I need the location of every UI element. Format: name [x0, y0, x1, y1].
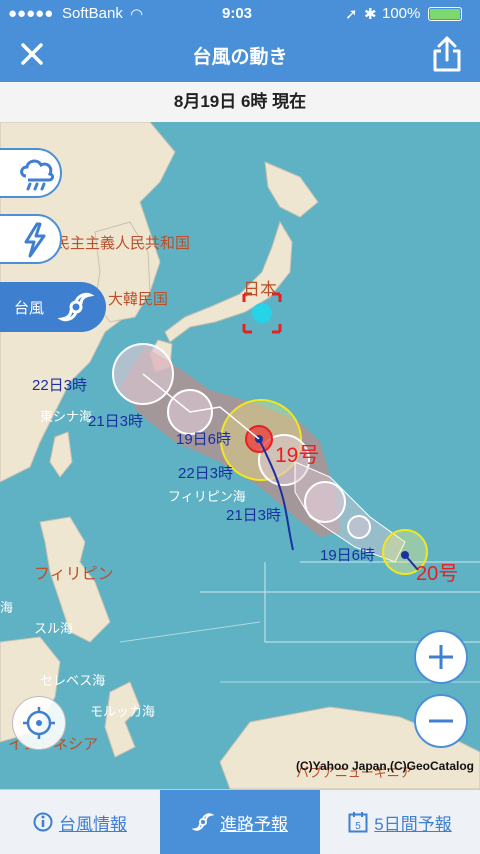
typhoon-icon: [192, 813, 214, 831]
navigation-bar: 台風の動き: [0, 28, 480, 82]
typhoon-20-forecast-circle-2: [347, 515, 371, 539]
typhoon-icon: [58, 292, 94, 322]
signal-icon: ●●●●●: [8, 5, 54, 22]
label-celebes-sea: セレベス海: [40, 673, 105, 688]
tab-forecast-track[interactable]: 進路予報: [160, 790, 320, 854]
label-south-korea: 大韓民国: [108, 291, 168, 308]
rain-cloud-icon: [20, 159, 54, 191]
plus-icon: [429, 645, 453, 669]
lightning-button[interactable]: [0, 214, 62, 264]
current-datetime: 8月19日 6時 現在: [0, 82, 480, 123]
minus-icon: [429, 719, 453, 723]
calendar-icon-number: 5: [355, 821, 361, 832]
battery-icon: [428, 7, 462, 21]
label-sulu-sea: スル海: [34, 621, 73, 636]
label-sea-edge: 海: [0, 600, 13, 615]
tab-forecast-track-label: 進路予報: [220, 814, 288, 834]
typhoon-20-label-22d3: 22日3時: [178, 465, 233, 482]
page-title: 台風の動き: [192, 47, 288, 68]
status-time: 9:03: [222, 5, 253, 22]
typhoon-layer-label: 台風: [14, 300, 45, 317]
bottom-tab-bar: 台風情報 進路予報 5 5日間予報: [0, 789, 480, 854]
calendar-icon: 5: [348, 812, 368, 833]
share-icon: [433, 36, 461, 72]
tab-typhoon-info[interactable]: 台風情報: [0, 790, 160, 854]
typhoon-19-name: 19号: [275, 444, 319, 467]
carrier: SoftBank: [62, 5, 123, 22]
info-icon: [33, 812, 53, 832]
share-button[interactable]: [428, 34, 466, 74]
lightning-icon: [24, 222, 46, 258]
crosshair-icon: [23, 707, 55, 739]
land-taiwan: [49, 431, 73, 478]
typhoon-20-name: 20号: [416, 563, 458, 585]
typhoon-20-label-19d6: 19日6時: [320, 547, 375, 564]
map-copyright: (C)Yahoo Japan,(C)GeoCatalog: [295, 759, 474, 773]
typhoon-20-label-21d3: 21日3時: [226, 507, 281, 524]
land-sulawesi: [104, 681, 141, 758]
label-east-china-sea: 東シナ海: [40, 409, 92, 424]
typhoon-19-label-21d3: 21日3時: [88, 413, 143, 430]
land-japan-hokkaido: [264, 161, 319, 218]
typhoon-19-label-22d3: 22日3時: [32, 377, 87, 394]
map-canvas: 民主主義人民共和国 大韓民国 日本 フィリピン パプアニューギニア インドネシア…: [0, 122, 480, 789]
label-molucca-sea: モルッカ海: [90, 704, 155, 719]
zoom-in-button[interactable]: [414, 630, 468, 684]
tab-5day-forecast-label: 5日間予報: [374, 814, 452, 834]
japan-marker: [252, 303, 272, 323]
bluetooth-icon: ✱: [364, 6, 377, 23]
label-japan: 日本: [243, 280, 277, 299]
typhoon-20-forecast-circle-1: [304, 481, 346, 523]
wifi-icon: ◠: [130, 6, 144, 23]
tab-5day-forecast[interactable]: 5 5日間予報: [320, 790, 480, 854]
label-philippine-sea: フィリピン海: [168, 489, 246, 504]
typhoon-map[interactable]: 民主主義人民共和国 大韓民国 日本 フィリピン パプアニューギニア インドネシア…: [0, 122, 480, 789]
current-location-button[interactable]: [12, 696, 66, 750]
label-north-korea: 民主主義人民共和国: [55, 235, 190, 252]
typhoon-layer-button[interactable]: 台風: [0, 282, 106, 332]
zoom-out-button[interactable]: [414, 694, 468, 748]
label-philippines: フィリピン: [34, 566, 114, 583]
status-bar: ●●●●● SoftBank ◠ 9:03 ➚ ✱ 100%: [0, 0, 480, 28]
typhoon-19-label-19d6: 19日6時: [176, 431, 231, 448]
rain-cloud-button[interactable]: [0, 148, 62, 198]
location-arrow-icon: ➚: [345, 6, 358, 23]
tab-typhoon-info-label: 台風情報: [59, 814, 127, 834]
battery-percent: 100%: [382, 5, 421, 22]
